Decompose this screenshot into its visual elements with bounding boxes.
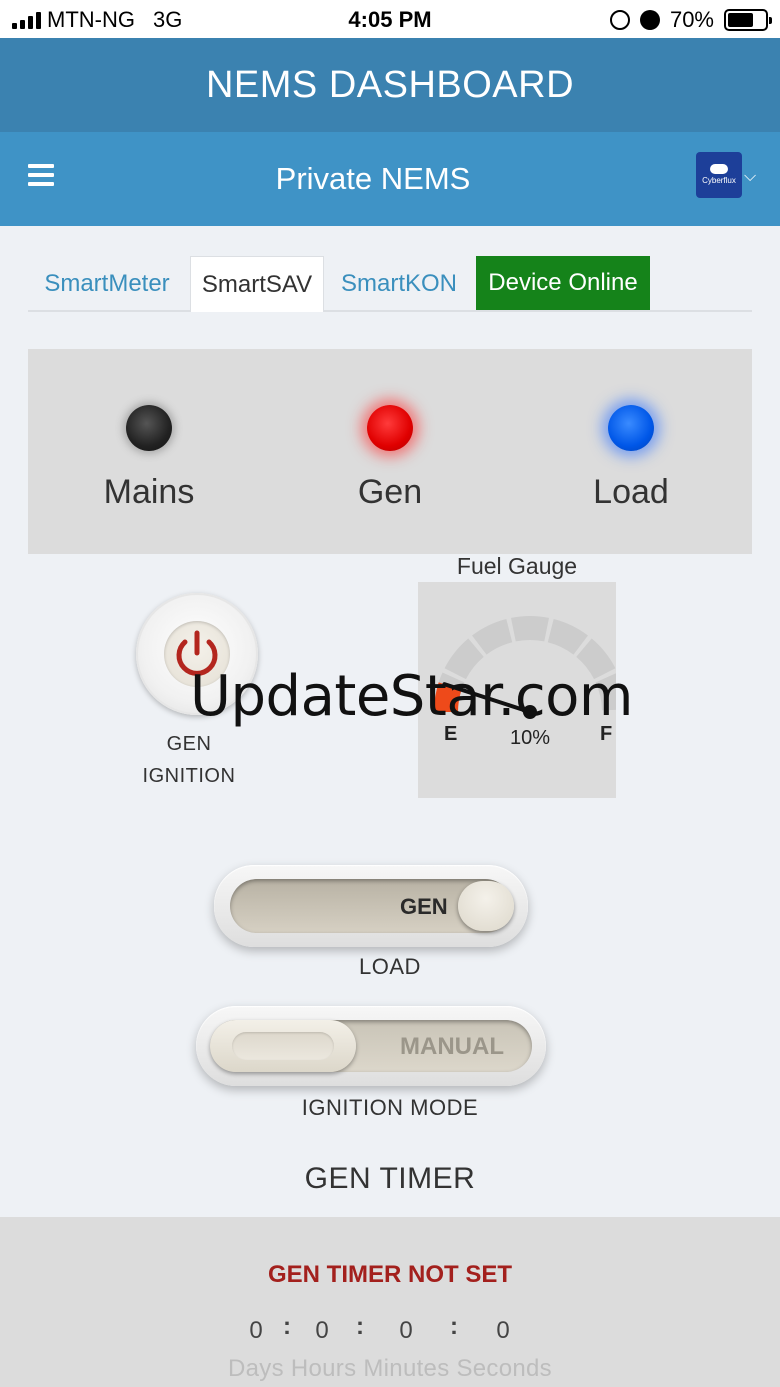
load-label: Load [593, 473, 669, 511]
timer-minutes: 0 [399, 1317, 413, 1344]
load-indicator-light [608, 405, 654, 451]
tab-smartmeter[interactable]: SmartMeter [28, 256, 186, 312]
alarm-icon [639, 10, 660, 30]
battery-icon [724, 9, 772, 31]
brand-logo-text: Cyberflux [702, 176, 736, 185]
ignition-mode-value: MANUAL [400, 1033, 504, 1060]
chevron-down-icon[interactable]: ⌵ [744, 168, 756, 186]
device-online-badge: Device Online [476, 256, 650, 310]
sub-header: Private NEMS [0, 132, 780, 226]
gauge-segment [472, 618, 513, 655]
timer-days: 0 [249, 1317, 263, 1344]
cloud-icon [710, 164, 728, 174]
gauge-segment [547, 618, 588, 655]
load-toggle-label: LOAD [359, 954, 421, 979]
ignition-mode-toggle[interactable]: MANUAL [196, 1006, 546, 1086]
tab-bar: SmartMeter SmartSAV SmartKON Device Onli… [28, 256, 752, 312]
fuel-gauge-title: Fuel Gauge [456, 553, 578, 579]
gen-label: Gen [357, 473, 423, 511]
tab-smartkon[interactable]: SmartKON [328, 256, 470, 312]
gauge-segment [510, 616, 550, 642]
app-title: NEMS DASHBOARD [0, 38, 780, 132]
gen-timer-panel: GEN TIMER NOT SET 0 : 0 : 0 : 0 Days Hou… [0, 1217, 780, 1387]
status-bar: MTN-NG 3G 4:05 PM 70% [0, 0, 780, 38]
gen-timer-title: GEN TIMER [304, 1162, 476, 1195]
menu-icon[interactable] [28, 164, 54, 186]
fuel-level-value: 10% [509, 727, 551, 749]
timer-units-label: Days Hours Minutes Seconds [228, 1355, 552, 1382]
gen-ignition-label: GEN IGNITION [142, 733, 236, 787]
timer-separator: : [356, 1313, 364, 1340]
timer-separator: : [283, 1313, 291, 1340]
page-title: Private NEMS [275, 161, 471, 196]
battery-percent: 70% [669, 7, 714, 32]
timer-hours: 0 [315, 1317, 329, 1344]
brand-logo[interactable]: Cyberflux [696, 152, 742, 198]
load-toggle[interactable]: GEN [214, 865, 528, 947]
timer-separator: : [450, 1313, 458, 1340]
timer-seconds: 0 [496, 1317, 510, 1344]
gen-indicator-light [367, 405, 413, 451]
tab-smartsav[interactable]: SmartSAV [190, 256, 324, 312]
mains-label: Mains [103, 473, 195, 511]
ignition-mode-label: IGNITION MODE [301, 1095, 479, 1120]
rotation-lock-icon [609, 10, 630, 30]
load-toggle-value: GEN [400, 894, 448, 919]
indicator-panel: Mains Gen Load [28, 349, 752, 554]
gen-timer-status: GEN TIMER NOT SET [267, 1261, 512, 1288]
watermark: UpdateStar.com [190, 664, 633, 729]
mains-indicator-light [126, 405, 172, 451]
